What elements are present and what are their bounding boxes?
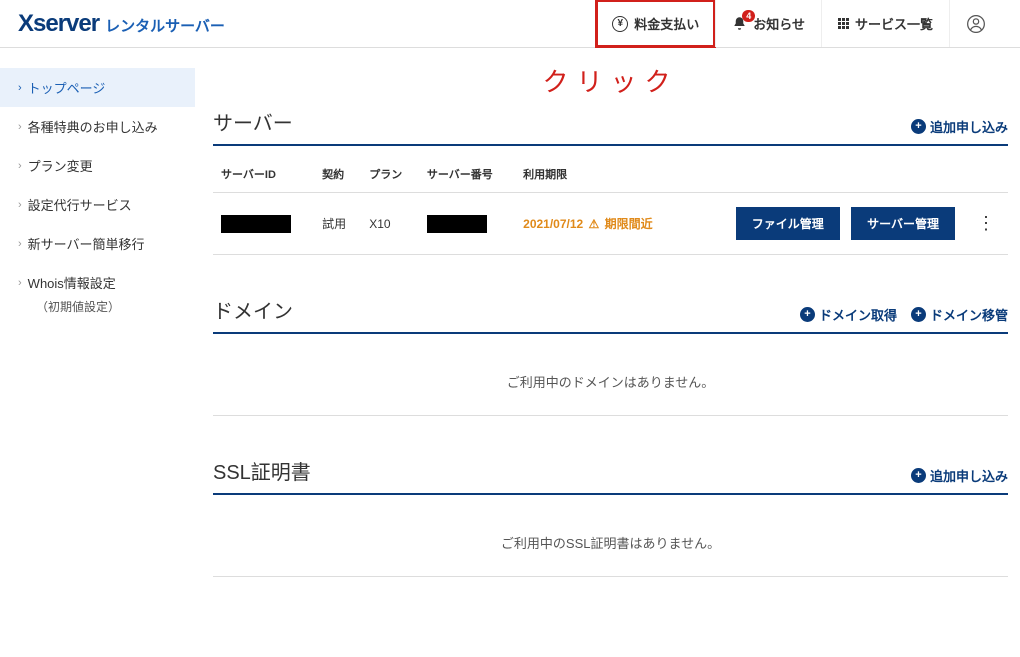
notice-badge: 4 — [742, 10, 755, 22]
plus-icon: + — [911, 119, 926, 134]
warning-icon: ⚠ — [589, 217, 600, 231]
col-number: サーバー番号 — [419, 160, 515, 193]
action-link-label: ドメイン移管 — [930, 305, 1008, 324]
sidebar-item-label: プラン変更 — [28, 156, 93, 175]
chevron-right-icon: › — [18, 238, 22, 250]
yen-icon: ¥ — [612, 16, 628, 32]
logo-sub: レンタルサーバー — [105, 15, 225, 36]
col-plan: プラン — [361, 160, 419, 193]
chevron-right-icon: › — [18, 199, 22, 211]
sidebar-item-migrate[interactable]: › 新サーバー簡単移行 — [0, 224, 195, 263]
domain-get-link[interactable]: + ドメイン取得 — [800, 305, 897, 324]
chevron-right-icon: › — [18, 121, 22, 133]
cell-expiry: 2021/07/12 ⚠ 期限間近 — [515, 193, 686, 255]
col-expiry: 利用期限 — [515, 160, 686, 193]
expiry-warn-label: 期限間近 — [605, 217, 653, 231]
plus-icon: + — [911, 468, 926, 483]
action-link-label: 追加申し込み — [930, 117, 1008, 136]
nav-payment[interactable]: ¥ 料金支払い — [596, 0, 715, 47]
domain-transfer-link[interactable]: + ドメイン移管 — [911, 305, 1008, 324]
ssl-add-link[interactable]: + 追加申し込み — [911, 466, 1008, 485]
sidebar-item-label: Whois情報設定 — [28, 273, 116, 292]
grid-icon — [838, 18, 849, 29]
redacted-server-id: . — [221, 215, 291, 233]
plus-icon: + — [911, 307, 926, 322]
section-title-domain: ドメイン — [213, 295, 293, 324]
nav-notice[interactable]: 4 お知らせ — [715, 0, 821, 47]
sidebar-item-label: トップページ — [28, 78, 106, 97]
action-link-label: 追加申し込み — [930, 466, 1008, 485]
col-id: サーバーID — [213, 160, 314, 193]
top-header: Xserver レンタルサーバー ¥ 料金支払い 4 お知らせ サービス一覧 — [0, 0, 1020, 48]
sidebar-item-benefits[interactable]: › 各種特典のお申し込み — [0, 107, 195, 146]
ssl-empty-message: ご利用中のSSL証明書はありません。 — [213, 509, 1008, 577]
chevron-right-icon: › — [18, 160, 22, 172]
sidebar: › トップページ › 各種特典のお申し込み › プラン変更 › 設定代行サービス › 新サ… — [0, 48, 195, 657]
sidebar-item-label: 新サーバー簡単移行 — [28, 234, 145, 253]
section-title-ssl: SSL証明書 — [213, 456, 311, 485]
redacted-server-number: . — [427, 215, 487, 233]
section-server: サーバー + 追加申し込み サーバーID 契約 プラン サーバー番号 利用期限 — [213, 107, 1008, 255]
user-icon — [966, 14, 986, 34]
file-manage-button[interactable]: ファイル管理 — [736, 207, 840, 240]
col-contract: 契約 — [314, 160, 361, 193]
cell-plan: X10 — [361, 193, 419, 255]
sidebar-item-label: 設定代行サービス — [28, 195, 132, 214]
nav-services-label: サービス一覧 — [855, 14, 933, 33]
bell-icon: 4 — [732, 16, 747, 31]
section-title-server: サーバー — [213, 107, 293, 136]
sidebar-item-whois-sub: （初期値設定） — [0, 298, 195, 315]
sidebar-item-top[interactable]: › トップページ — [0, 68, 195, 107]
action-link-label: ドメイン取得 — [819, 305, 897, 324]
more-icon[interactable]: ⋮ — [971, 213, 1000, 233]
nav-payment-label: 料金支払い — [634, 14, 699, 33]
annotation-click: クリック — [213, 62, 1008, 99]
chevron-right-icon: › — [18, 82, 22, 94]
nav-services[interactable]: サービス一覧 — [821, 0, 949, 47]
sidebar-item-plan[interactable]: › プラン変更 — [0, 146, 195, 185]
server-manage-button[interactable]: サーバー管理 — [851, 207, 955, 240]
table-row: . 試用 X10 . 2021/07/12 ⚠ 期限間近 ファイル管理 サーバー… — [213, 193, 1008, 255]
chevron-right-icon: › — [18, 277, 22, 289]
server-table: サーバーID 契約 プラン サーバー番号 利用期限 . 試用 X10 . — [213, 160, 1008, 255]
main-content: クリック サーバー + 追加申し込み サーバーID 契約 プラン — [195, 48, 1020, 657]
section-domain: ドメイン + ドメイン取得 + ドメイン移管 ご利用中のドメインはありません。 — [213, 295, 1008, 416]
section-ssl: SSL証明書 + 追加申し込み ご利用中のSSL証明書はありません。 — [213, 456, 1008, 577]
server-add-link[interactable]: + 追加申し込み — [911, 117, 1008, 136]
plus-icon: + — [800, 307, 815, 322]
nav-notice-label: お知らせ — [753, 14, 805, 33]
cell-contract: 試用 — [314, 193, 361, 255]
expiry-date: 2021/07/12 — [523, 217, 583, 231]
domain-empty-message: ご利用中のドメインはありません。 — [213, 348, 1008, 416]
logo[interactable]: Xserver レンタルサーバー — [18, 10, 596, 38]
nav-user[interactable] — [949, 0, 1002, 47]
sidebar-item-label: 各種特典のお申し込み — [28, 117, 158, 136]
logo-main: Xserver — [18, 10, 99, 38]
sidebar-item-whois[interactable]: › Whois情報設定 — [0, 263, 195, 302]
top-nav: ¥ 料金支払い 4 お知らせ サービス一覧 — [596, 0, 1002, 47]
sidebar-item-proxy[interactable]: › 設定代行サービス — [0, 185, 195, 224]
